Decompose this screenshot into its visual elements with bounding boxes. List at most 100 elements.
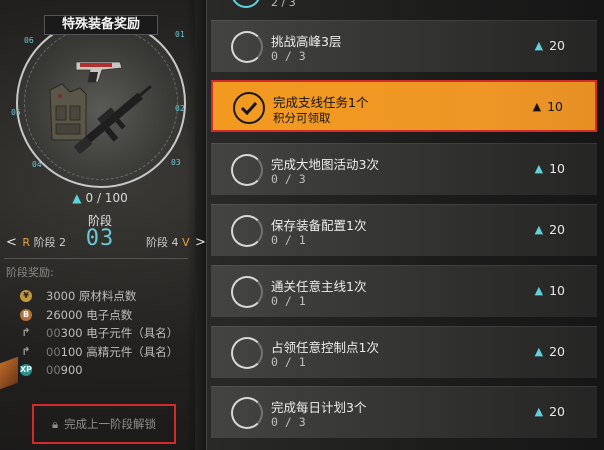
task-points-value: 20	[549, 38, 565, 53]
chevron-left-icon: <	[6, 235, 17, 250]
points-triangle-icon: ▲	[534, 39, 544, 52]
vest-icon	[49, 83, 87, 141]
points-triangle-icon: ▲	[534, 284, 544, 297]
task-progress: 0 / 3	[271, 172, 306, 186]
reward-item-component: ↱ 00 300 电子元件（具名）	[20, 324, 178, 343]
e-credits-icon: B	[20, 308, 32, 321]
task-title: 保存装备配置1次	[271, 218, 367, 233]
task-status: 积分可领取	[273, 111, 331, 125]
task-title: 完成大地图活动3次	[271, 157, 379, 172]
side-decoration	[0, 356, 18, 390]
pistol-icon	[75, 61, 123, 83]
task-progress: 0 / 1	[271, 355, 306, 369]
task-points: ▲ 10	[533, 99, 563, 114]
prev-stage-button[interactable]: < R 阶段 2	[6, 234, 66, 250]
next-stage-label: 阶段 4	[146, 236, 179, 249]
task-progress: 2 / 3	[271, 0, 296, 9]
reward-text: 100 高精元件（具名）	[60, 344, 179, 359]
reward-prefix: 00	[46, 363, 61, 378]
task-item[interactable]: 通关任意主线1次 0 / 1 ▲ 10	[211, 265, 597, 317]
task-points: ▲ 20	[535, 344, 565, 359]
hi-tech-icon: ↱	[21, 344, 31, 358]
task-points: ▲ 20	[535, 404, 565, 419]
task-title: 占领任意控制点1次	[271, 340, 379, 355]
task-points: ▲ 10	[535, 283, 565, 298]
ring-tick-04: 04	[32, 160, 42, 169]
component-icon: ↱	[21, 326, 31, 340]
task-points-value: 10	[547, 99, 563, 114]
xp-icon: XP	[20, 364, 33, 377]
task-title: 挑战高峰3层	[271, 34, 342, 49]
progress-circle-icon	[231, 0, 261, 8]
task-title: 完成支线任务1个	[273, 95, 369, 110]
ring-tick-03: 03	[171, 158, 181, 167]
stage-reward-list: ¥ 3000 原材料点数 B 26000 电子点数 ↱ 00 300 电子元件（具…	[20, 287, 178, 380]
task-item-partial[interactable]: 2 / 3	[211, 0, 597, 12]
reward-progress-value: 0 / 100	[85, 191, 128, 205]
task-points-value: 10	[549, 283, 565, 298]
divider	[4, 258, 188, 259]
progress-circle-icon	[231, 397, 263, 429]
progress-circle-icon	[231, 154, 263, 186]
reward-item-xp: XP 00 900	[20, 361, 178, 380]
progress-circle-icon	[231, 31, 263, 63]
next-stage-key: V	[182, 236, 190, 249]
task-progress: 0 / 3	[271, 415, 306, 429]
reward-item-hi-tech: ↱ 00 100 高精元件（具名）	[20, 343, 178, 362]
reward-text: 26000 电子点数	[46, 307, 133, 322]
task-points: ▲ 20	[535, 222, 565, 237]
prev-stage-label: 阶段 2	[33, 236, 67, 249]
ring-tick-05: 05	[11, 108, 21, 117]
task-item[interactable]: 完成每日计划3个 0 / 3 ▲ 20	[211, 386, 597, 438]
points-triangle-icon: ▲	[72, 191, 82, 205]
reward-prefix: 00	[46, 326, 61, 341]
materials-icon: ¥	[20, 290, 32, 303]
lock-icon: 🔒︎	[51, 416, 59, 431]
reward-item-materials: ¥ 3000 原材料点数	[20, 287, 178, 306]
task-progress: 0 / 1	[271, 233, 306, 247]
task-points-value: 20	[549, 222, 565, 237]
progress-circle-icon	[231, 215, 263, 247]
reward-item-e-credits: B 26000 电子点数	[20, 306, 178, 325]
gear-reward-illustration[interactable]	[40, 48, 165, 158]
progress-circle-icon	[231, 276, 263, 308]
unlock-requirement: 🔒︎ 完成上一阶段解锁	[32, 404, 176, 444]
task-points-value: 10	[549, 161, 565, 176]
task-list-rail	[206, 0, 207, 450]
unlock-text: 完成上一阶段解锁	[64, 417, 157, 431]
points-triangle-icon: ▲	[534, 162, 544, 175]
stage-rewards-title: 阶段奖励:	[6, 266, 54, 279]
task-title: 通关任意主线1次	[271, 279, 367, 294]
reward-prefix: 00	[46, 344, 61, 359]
task-item[interactable]: 占领任意控制点1次 0 / 1 ▲ 20	[211, 326, 597, 378]
check-icon	[240, 101, 258, 115]
ring-tick-06: 06	[24, 36, 34, 45]
points-triangle-icon: ▲	[534, 345, 544, 358]
reward-banner-title: 特殊装备奖励	[44, 15, 158, 35]
prev-stage-key: R	[22, 236, 31, 249]
points-triangle-icon: ▲	[534, 405, 544, 418]
next-stage-button[interactable]: 阶段 4 V >	[146, 234, 206, 250]
task-points-value: 20	[549, 404, 565, 419]
task-progress: 0 / 1	[271, 294, 306, 308]
task-points: ▲ 20	[535, 38, 565, 53]
task-title: 完成每日计划3个	[271, 400, 367, 415]
task-progress: 0 / 3	[271, 49, 306, 63]
chevron-right-icon: >	[195, 235, 206, 250]
task-item[interactable]: 挑战高峰3层 0 / 3 ▲ 20	[211, 20, 597, 72]
ring-tick-01: 01	[175, 30, 185, 39]
task-item[interactable]: 完成大地图活动3次 0 / 3 ▲ 10	[211, 143, 597, 195]
progress-circle-icon	[231, 337, 263, 369]
check-circle-icon	[233, 92, 265, 124]
ring-tick-02: 02	[175, 104, 185, 113]
task-item[interactable]: 保存装备配置1次 0 / 1 ▲ 20	[211, 204, 597, 256]
task-points: ▲ 10	[535, 161, 565, 176]
reward-progress: ▲ 0 / 100	[0, 191, 200, 205]
task-item-claimable[interactable]: 完成支线任务1个 积分可领取 ▲ 10	[211, 80, 597, 132]
reward-text: 900	[60, 363, 83, 378]
reward-text: 3000 原材料点数	[46, 289, 137, 304]
points-triangle-icon: ▲	[534, 223, 544, 236]
points-triangle-icon: ▲	[532, 100, 542, 113]
reward-text: 300 电子元件（具名）	[60, 326, 179, 341]
task-points-value: 20	[549, 344, 565, 359]
